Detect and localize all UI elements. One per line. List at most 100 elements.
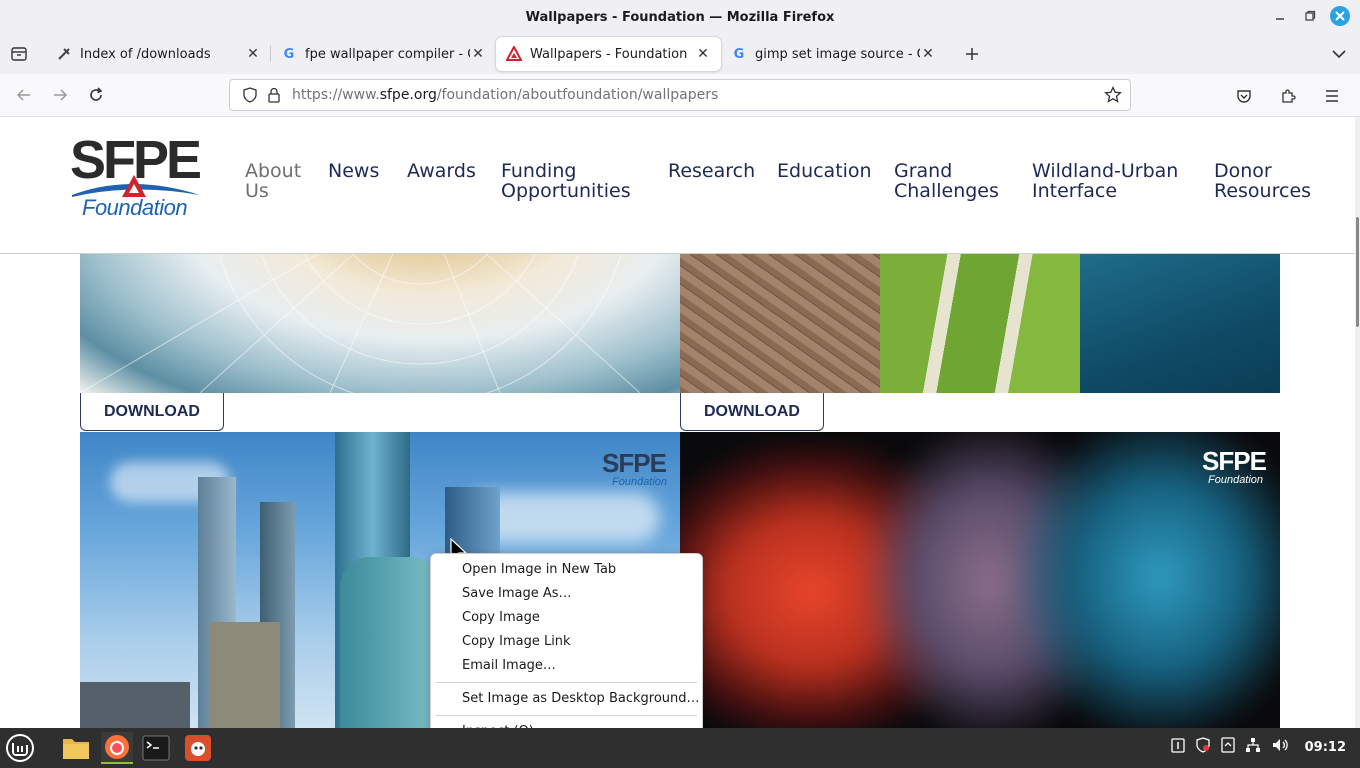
nav-education[interactable]: Education <box>777 161 872 181</box>
watermark-logo: SFPE <box>602 448 667 478</box>
firefox-view-icon <box>11 47 27 61</box>
extensions-button[interactable] <box>1270 80 1306 112</box>
url-host: sfpe.org <box>379 87 437 103</box>
pocket-button[interactable] <box>1226 80 1262 112</box>
tab-close-icon[interactable]: ✕ <box>920 46 936 62</box>
site-header: SFPE Foundation About Us News Awards Fun… <box>0 117 1355 254</box>
tab-close-icon[interactable]: ✕ <box>245 46 261 62</box>
nav-label: About <box>245 160 302 182</box>
pocket-icon <box>1237 90 1251 103</box>
app-menu-button[interactable] <box>1314 80 1350 112</box>
download-button[interactable]: DOWNLOAD <box>80 393 224 431</box>
nav-wildland-urban-interface[interactable]: Wildland-Urban Interface <box>1032 161 1178 201</box>
watermark-subtitle: Foundation <box>1208 474 1264 486</box>
terminal-launcher[interactable] <box>140 732 172 764</box>
window-titlebar: Wallpapers - Foundation — Mozilla Firefo… <box>0 0 1360 34</box>
update-manager-icon[interactable] <box>1220 737 1235 757</box>
bookmark-star-icon[interactable] <box>1104 85 1122 108</box>
wallpaper-image-smoke[interactable]: SFPE Foundation <box>680 432 1280 728</box>
menu-set-desktop-background[interactable]: Set Image as Desktop Background… <box>431 687 702 711</box>
tracking-shield-icon[interactable] <box>238 87 262 103</box>
wallpaper-image-dome[interactable] <box>80 254 680 393</box>
firefox-taskbar-button[interactable] <box>101 732 133 764</box>
gimp-icon <box>185 735 211 761</box>
shield-icon[interactable] <box>1195 737 1211 757</box>
back-button[interactable] <box>6 79 42 111</box>
scroll-thumb[interactable] <box>1356 217 1359 327</box>
rice-field-panel <box>880 254 1080 393</box>
logo-subtitle: Foundation <box>82 195 188 220</box>
dome-lines <box>80 254 641 393</box>
nav-label: Funding <box>501 160 577 182</box>
network-icon[interactable] <box>1245 737 1261 757</box>
nav-label: Education <box>777 160 872 182</box>
watermark-logo: SFPE <box>1202 446 1267 476</box>
nav-grand-challenges[interactable]: Grand Challenges <box>894 161 999 201</box>
clipboard-icon[interactable] <box>1170 737 1185 757</box>
google-icon: G <box>283 46 295 62</box>
hamburger-icon <box>1326 90 1338 102</box>
tab-wallpapers[interactable]: Wallpapers - Foundation ✕ <box>496 37 721 71</box>
nav-label: Research <box>668 160 756 182</box>
lock-icon[interactable] <box>262 87 286 103</box>
nav-funding-opportunities[interactable]: Funding Opportunities <box>501 161 631 201</box>
wallpaper-image-earth-water[interactable] <box>680 254 1280 393</box>
nav-about-us[interactable]: About Us <box>245 161 301 201</box>
firefox-icon <box>105 735 129 759</box>
watermark-subtitle: Foundation <box>612 476 668 488</box>
puzzle-piece-icon <box>1282 89 1296 103</box>
gimp-launcher[interactable] <box>182 732 214 764</box>
list-all-tabs-button[interactable] <box>1332 44 1346 63</box>
nav-label: Awards <box>407 160 476 182</box>
tab-list-button[interactable] <box>0 34 38 74</box>
back-arrow-icon <box>16 89 30 101</box>
plus-icon <box>966 48 978 60</box>
toolbar-right <box>1226 80 1350 112</box>
menu-copy-image[interactable]: Copy Image <box>431 606 702 630</box>
menu-copy-image-link[interactable]: Copy Image Link <box>431 630 702 654</box>
menu-email-image[interactable]: Email Image… <box>431 654 702 678</box>
sfpe-foundation-logo[interactable]: SFPE Foundation <box>70 130 205 225</box>
url-path: /foundation/aboutfoundation/wallpapers <box>436 87 719 103</box>
building <box>340 557 440 728</box>
tab-fpe-search[interactable]: G fpe wallpaper compiler - Go ✕ <box>271 37 496 71</box>
files-launcher[interactable] <box>60 732 92 764</box>
page-scrollbar[interactable] <box>1355 117 1360 728</box>
forward-button[interactable] <box>42 79 78 111</box>
tab-gimp-search[interactable]: G gimp set image source - Go ✕ <box>721 37 946 71</box>
menu-save-image-as[interactable]: Save Image As… <box>431 582 702 606</box>
building <box>80 682 190 728</box>
tab-close-icon[interactable]: ✕ <box>470 46 486 62</box>
nav-label: Interface <box>1032 180 1118 202</box>
menu-open-image-new-tab[interactable]: Open Image in New Tab <box>431 558 702 582</box>
folder-icon <box>63 739 89 759</box>
nav-label: News <box>328 160 380 182</box>
tab-label: fpe wallpaper compiler - Go <box>305 46 470 62</box>
close-window-button[interactable] <box>1330 6 1350 26</box>
navigation-toolbar: https://www.sfpe.org/foundation/aboutfou… <box>0 74 1360 117</box>
system-tray: 09:12 <box>1170 737 1346 757</box>
nav-awards[interactable]: Awards <box>407 161 476 181</box>
minimize-button[interactable] <box>1270 6 1290 26</box>
nav-label: Grand <box>894 160 953 182</box>
new-tab-button[interactable] <box>954 37 990 71</box>
start-menu-button[interactable] <box>4 732 36 764</box>
nav-label: Opportunities <box>501 180 631 202</box>
nav-research[interactable]: Research <box>668 161 755 181</box>
clock[interactable]: 09:12 <box>1305 740 1346 755</box>
nav-news[interactable]: News <box>328 161 379 181</box>
tab-downloads[interactable]: Index of /downloads ✕ <box>46 37 271 71</box>
water-panel <box>1080 254 1280 393</box>
url-bar[interactable]: https://www.sfpe.org/foundation/aboutfou… <box>229 79 1131 111</box>
terminal-icon <box>142 735 170 761</box>
maximize-button[interactable] <box>1300 6 1320 26</box>
volume-icon[interactable] <box>1271 737 1289 757</box>
mint-logo-icon <box>6 734 34 762</box>
nav-donor-resources[interactable]: Donor Resources <box>1214 161 1311 201</box>
download-button[interactable]: DOWNLOAD <box>680 393 824 431</box>
nav-label: Wildland-Urban <box>1032 160 1179 182</box>
url-text: https://www.sfpe.org/foundation/aboutfou… <box>292 87 718 103</box>
tab-close-icon[interactable]: ✕ <box>695 46 711 62</box>
reload-button[interactable] <box>78 79 114 111</box>
url-scheme: https://www. <box>292 87 380 103</box>
